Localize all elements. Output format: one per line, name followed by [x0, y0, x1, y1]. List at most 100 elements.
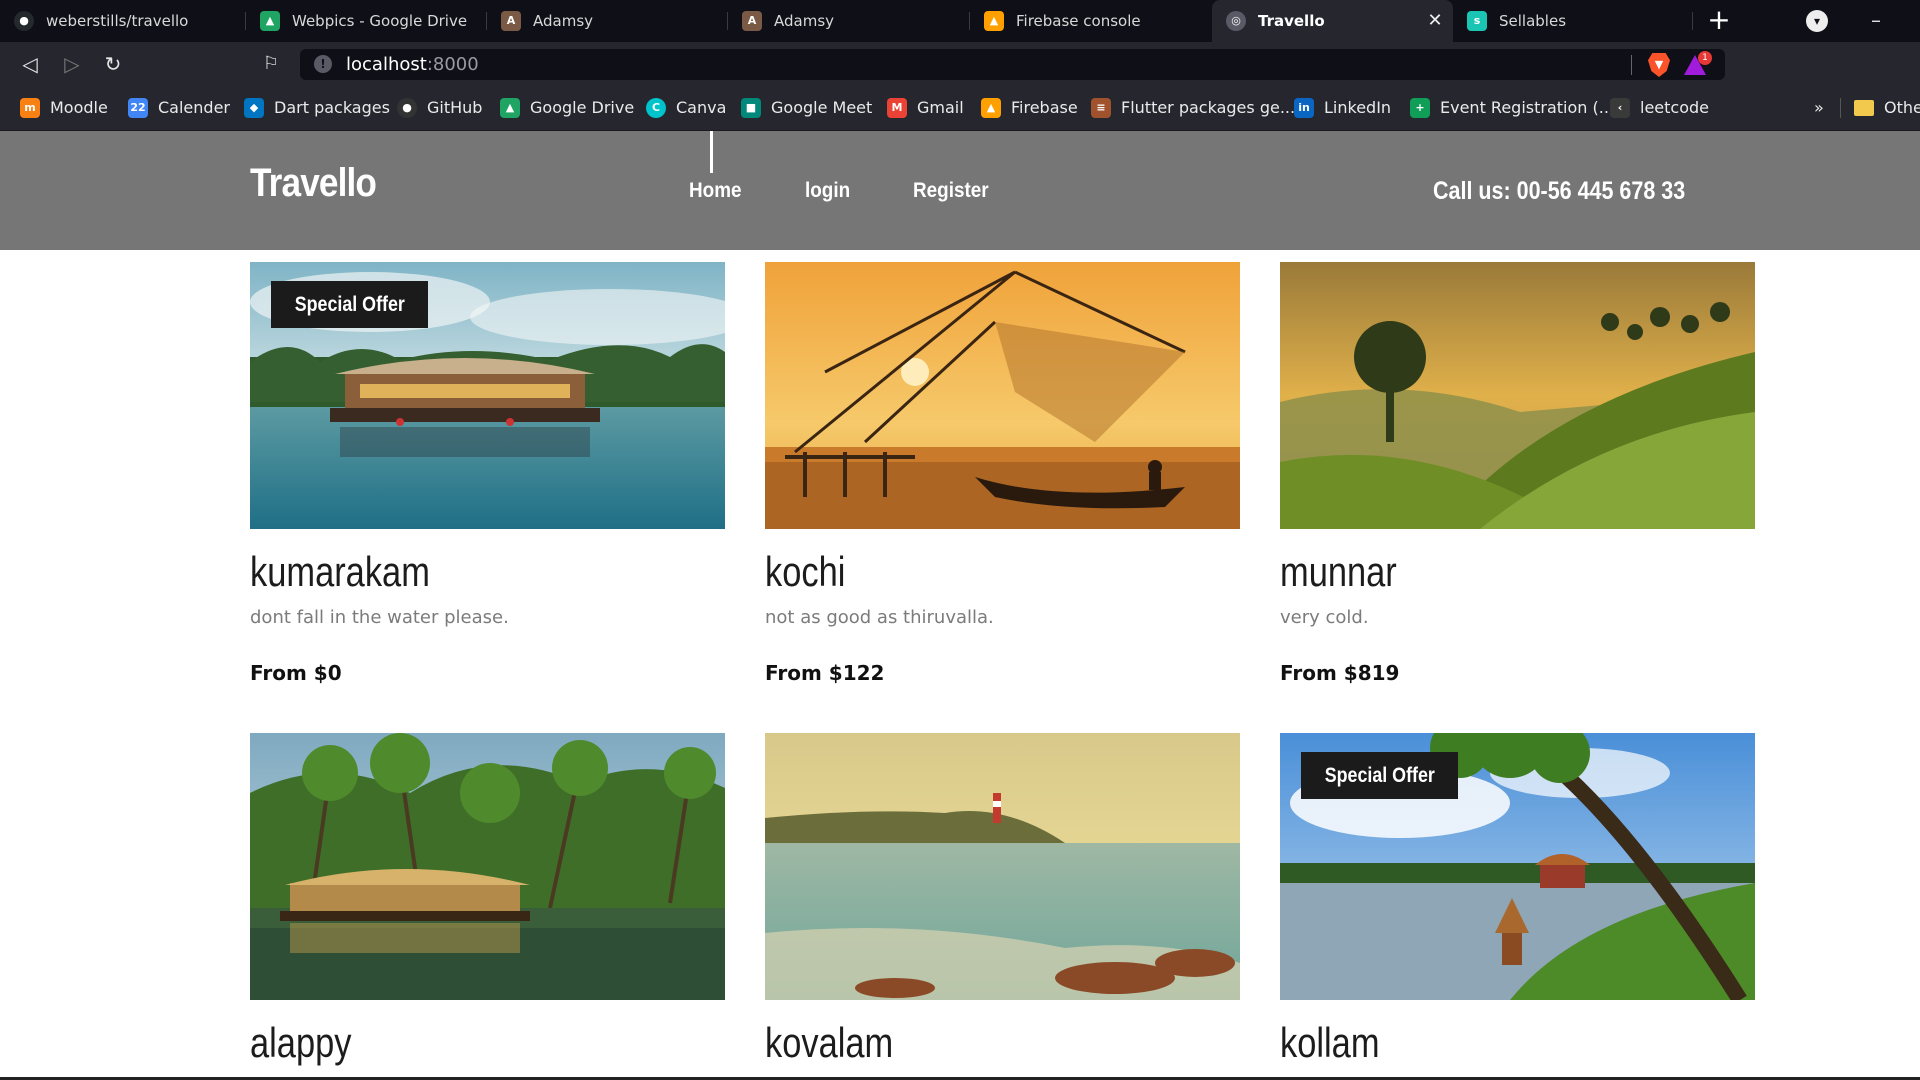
destination-description: dont fall in the water please.: [250, 607, 509, 628]
bookmark-label: Event Registration (...: [1440, 98, 1614, 117]
lighthouse-beach-image: [765, 733, 1240, 1000]
bookmark-label: Firebase: [1011, 98, 1078, 117]
bookmarks-bar: m Moodle 22 Calender ◆ Dart packages ● G…: [0, 86, 1920, 131]
destination-name[interactable]: kovalam: [765, 1019, 893, 1067]
url-port: :8000: [426, 54, 479, 75]
brave-shields-icon[interactable]: ▼: [1648, 53, 1670, 77]
site-logo[interactable]: Travello: [250, 161, 377, 206]
linkedin-icon: in: [1294, 98, 1314, 118]
url-text[interactable]: localhost:8000: [346, 49, 479, 80]
destination-price: From $819: [1280, 661, 1400, 685]
canva-icon: C: [646, 98, 666, 118]
github-icon: ●: [397, 98, 417, 118]
google-meet-icon: ■: [741, 98, 761, 118]
flutter-icon: ≡: [1091, 98, 1111, 118]
tea-hills-sunset-image: [1280, 262, 1755, 529]
tab-adamsy-1[interactable]: A Adamsy: [487, 0, 728, 42]
tab-title: Adamsy: [533, 12, 594, 30]
destination-description: very cold.: [1280, 607, 1369, 628]
gmail-icon: M: [887, 98, 907, 118]
tab-title: Sellables: [1499, 12, 1567, 30]
special-offer-badge: Special Offer: [271, 281, 428, 328]
nav-register-link[interactable]: Register: [913, 179, 989, 203]
bookmark-label: GitHub: [427, 98, 483, 117]
close-tab-icon[interactable]: ✕: [1425, 0, 1445, 42]
destination-photo[interactable]: [1280, 262, 1755, 529]
firebase-icon: ▲: [981, 98, 1001, 118]
destination-price: From $122: [765, 661, 885, 685]
bookmark-label: Google Meet: [771, 98, 873, 117]
bookmark-label: Moodle: [50, 98, 108, 117]
destination-description: not as good as thiruvalla.: [765, 607, 994, 628]
calendar-icon: 22: [128, 98, 148, 118]
leetcode-icon: ‹: [1610, 98, 1630, 118]
folder-label: Othe: [1884, 98, 1920, 117]
destination-card-munnar[interactable]: munnar very cold. From $819: [1280, 262, 1755, 702]
github-icon: ●: [14, 11, 34, 31]
forward-icon[interactable]: ▷: [58, 50, 86, 78]
new-tab-plus-icon[interactable]: +: [1706, 0, 1732, 42]
destination-name[interactable]: kumarakam: [250, 548, 430, 596]
special-offer-badge: Special Offer: [1301, 752, 1458, 799]
fishing-nets-sunset-image: [765, 262, 1240, 529]
bookmark-label: leetcode: [1640, 98, 1709, 117]
bookmark-label: Gmail: [917, 98, 964, 117]
destination-card-kollam[interactable]: Special Offer kollam: [1280, 733, 1755, 1077]
bookmark-label: Flutter packages ge...: [1121, 98, 1296, 117]
adamsy-icon: A: [501, 11, 521, 31]
special-offer-label: Special Offer: [1324, 764, 1435, 787]
forms-plus-icon: +: [1410, 98, 1430, 118]
browser-tab-bar: ● weberstills/travello ▲ Webpics - Googl…: [0, 0, 1920, 42]
destination-card-alappy[interactable]: alappy: [250, 733, 725, 1077]
destination-name[interactable]: alappy: [250, 1019, 351, 1067]
call-us-phone: Call us: 00-56 445 678 33: [1433, 177, 1686, 205]
destination-name[interactable]: kochi: [765, 548, 845, 596]
minimize-window-icon[interactable]: –: [1864, 0, 1888, 42]
destination-photo[interactable]: [250, 733, 725, 1000]
tab-google-drive[interactable]: ▲ Webpics - Google Drive: [246, 0, 487, 42]
tab-sellables[interactable]: s Sellables: [1453, 0, 1693, 42]
tab-firebase[interactable]: ▲ Firebase console: [970, 0, 1212, 42]
google-drive-icon: ▲: [260, 11, 280, 31]
tab-title: Webpics - Google Drive: [292, 12, 468, 30]
firebase-icon: ▲: [984, 11, 1004, 31]
adamsy-icon: A: [742, 11, 762, 31]
destination-card-kumarakam[interactable]: Special Offer kumarakam dont fall in the…: [250, 262, 725, 702]
tab-github[interactable]: ● weberstills/travello: [0, 0, 246, 42]
bookmark-label: Google Drive: [530, 98, 635, 117]
browser-toolbar: ◁ ▷ ↻ ⚐ ! localhost:8000 ▼ 1: [0, 42, 1920, 86]
address-bar[interactable]: ! localhost:8000 ▼ 1: [300, 49, 1725, 80]
moodle-icon: m: [20, 98, 40, 118]
destination-card-kochi[interactable]: kochi not as good as thiruvalla. From $1…: [765, 262, 1240, 702]
reload-icon[interactable]: ↻: [99, 50, 127, 78]
tab-title: weberstills/travello: [46, 12, 189, 30]
destination-name[interactable]: kollam: [1280, 1019, 1380, 1067]
bookmark-icon[interactable]: ⚐: [257, 50, 285, 78]
bookmark-label: Calender: [158, 98, 230, 117]
tab-adamsy-2[interactable]: A Adamsy: [728, 0, 970, 42]
folder-icon: [1854, 100, 1874, 116]
address-divider: [1631, 55, 1632, 75]
tab-title: Travello: [1258, 12, 1325, 30]
site-info-icon[interactable]: !: [314, 55, 332, 73]
bookmark-label: Canva: [676, 98, 727, 117]
back-icon[interactable]: ◁: [16, 50, 44, 78]
tab-travello-active[interactable]: ◎ Travello ✕: [1212, 0, 1453, 42]
site-header: Travello Home login Register Call us: 00…: [0, 131, 1920, 250]
more-bookmarks-chevron-icon[interactable]: »: [1814, 86, 1824, 130]
tab-search-chevron-icon[interactable]: ▾: [1806, 10, 1828, 32]
destination-card-kovalam[interactable]: kovalam: [765, 733, 1240, 1077]
rewards-badge: 1: [1698, 51, 1712, 65]
sellables-icon: s: [1467, 11, 1487, 31]
dart-icon: ◆: [244, 98, 264, 118]
tab-title: Firebase console: [1016, 12, 1141, 30]
tab-title: Adamsy: [774, 12, 835, 30]
destination-photo[interactable]: [765, 262, 1240, 529]
destination-photo[interactable]: [765, 733, 1240, 1000]
bookmarks-divider: [1840, 98, 1841, 118]
nav-home-link[interactable]: Home: [689, 179, 742, 203]
destination-name[interactable]: munnar: [1280, 548, 1397, 596]
special-offer-label: Special Offer: [294, 293, 405, 316]
nav-login-link[interactable]: login: [805, 179, 850, 203]
bookmark-label: LinkedIn: [1324, 98, 1392, 117]
